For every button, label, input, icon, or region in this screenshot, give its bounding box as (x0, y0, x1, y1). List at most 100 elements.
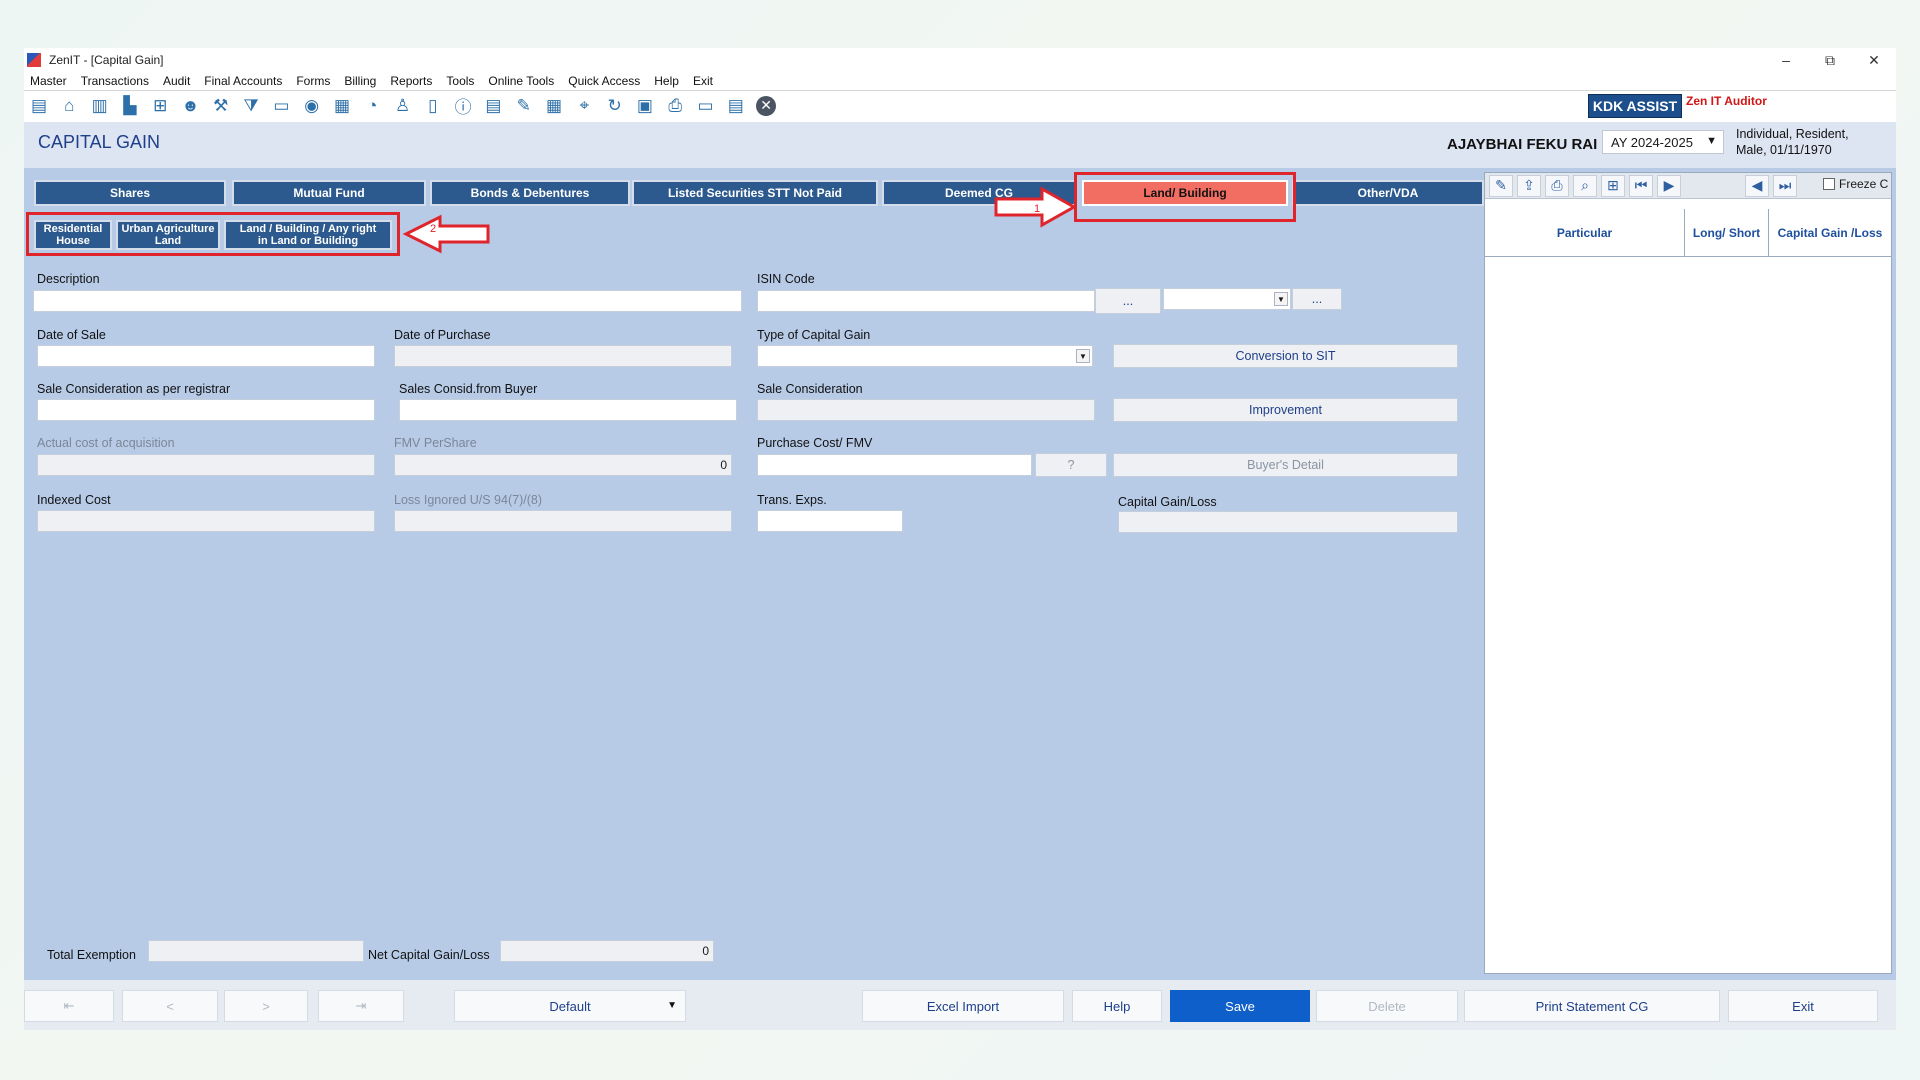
summary-icon[interactable]: ▤ (724, 94, 748, 118)
minimize-icon[interactable]: – (1764, 48, 1808, 72)
calculator-icon[interactable]: ▦ (330, 94, 354, 118)
restore-icon[interactable]: ⧉ (1808, 48, 1852, 72)
group-icon[interactable]: ☻ (178, 94, 202, 118)
column-capital-gain-loss[interactable]: Capital Gain /Loss (1769, 209, 1891, 256)
save-button[interactable]: Save (1170, 990, 1310, 1022)
menu-quick-access[interactable]: Quick Access (561, 74, 647, 88)
fmv-per-share-input[interactable]: 0 (394, 454, 732, 476)
tree-icon[interactable]: ⊞ (1601, 174, 1625, 197)
type-of-capital-gain-select[interactable]: ▼ (757, 345, 1093, 367)
actual-cost-label: Actual cost of acquisition (37, 436, 175, 450)
conversion-to-sit-button[interactable]: Conversion to SIT (1113, 344, 1458, 368)
net-capital-gain-input[interactable]: 0 (500, 940, 714, 962)
last-page-icon[interactable]: ⏭ (1773, 174, 1797, 197)
menu-audit[interactable]: Audit (156, 74, 197, 88)
pie-icon[interactable]: ◔ (360, 94, 384, 118)
first-icon[interactable]: ⏮ (1629, 174, 1653, 197)
column-long-short[interactable]: Long/ Short (1685, 209, 1769, 256)
tab-shares[interactable]: Shares (34, 180, 226, 206)
close-icon[interactable]: ✕ (1852, 48, 1896, 72)
menu-reports[interactable]: Reports (383, 74, 439, 88)
tab-bonds-debentures[interactable]: Bonds & Debentures (430, 180, 630, 206)
excel-import-button[interactable]: Excel Import (862, 990, 1064, 1022)
book-open-icon[interactable]: ▯ (421, 94, 445, 118)
tds-icon[interactable]: ▭ (694, 94, 718, 118)
tab-other-vda[interactable]: Other/VDA (1292, 180, 1484, 206)
filter-tax-icon[interactable]: ⧩ (239, 94, 263, 118)
isin-code-input[interactable] (757, 290, 1095, 312)
kdk-assist-button[interactable]: KDK ASSIST (1588, 94, 1682, 118)
exit-button[interactable]: Exit (1728, 990, 1878, 1022)
disc-icon[interactable]: ◉ (300, 94, 324, 118)
bar-chart-icon[interactable]: ▙ (118, 94, 142, 118)
tab-listed-securities[interactable]: Listed Securities STT Not Paid (632, 180, 878, 206)
menu-tools[interactable]: Tools (439, 74, 481, 88)
sale-consideration-registrar-input[interactable] (37, 399, 375, 421)
close-circle-icon[interactable]: ✕ (756, 95, 777, 116)
menu-forms[interactable]: Forms (289, 74, 337, 88)
menu-transactions[interactable]: Transactions (74, 74, 156, 88)
isin-extra-button[interactable]: ... (1292, 288, 1342, 310)
gift-icon[interactable]: ⊞ (148, 94, 172, 118)
view-select[interactable]: Default ▼ (454, 990, 686, 1022)
location-icon[interactable]: ⌖ (572, 94, 596, 118)
printer-icon[interactable]: ⎙ (663, 94, 687, 118)
balance-sheet-icon[interactable]: ▣ (633, 94, 657, 118)
building-icon[interactable]: ▥ (88, 94, 112, 118)
column-particular[interactable]: Particular (1485, 209, 1685, 256)
freeze-checkbox[interactable]: Freeze C (1823, 177, 1888, 191)
help-button[interactable]: Help (1072, 990, 1162, 1022)
menu-exit[interactable]: Exit (686, 74, 720, 88)
export-icon[interactable]: ⇪ (1517, 174, 1541, 197)
menu-final-accounts[interactable]: Final Accounts (197, 74, 289, 88)
refresh-icon[interactable]: ↻ (603, 94, 627, 118)
tax-icon[interactable]: ▭ (269, 94, 293, 118)
menu-help[interactable]: Help (647, 74, 686, 88)
tab-mutual-fund[interactable]: Mutual Fund (232, 180, 426, 206)
date-of-sale-input[interactable] (37, 345, 375, 367)
next-record-button[interactable]: > (224, 990, 308, 1022)
loss-ignored-label: Loss Ignored U/S 94(7)/(8) (394, 493, 542, 507)
next-icon[interactable]: ▶ (1657, 174, 1681, 197)
total-exemption-input[interactable] (148, 940, 364, 962)
buyers-detail-button[interactable]: Buyer's Detail (1113, 453, 1458, 477)
actual-cost-input[interactable] (37, 454, 375, 476)
last-record-button[interactable]: ⇥ (318, 990, 404, 1022)
pay-user-icon[interactable]: ♙ (391, 94, 415, 118)
menu-online-tools[interactable]: Online Tools (481, 74, 561, 88)
tools-icon[interactable]: ⚒ (209, 94, 233, 118)
sale-consideration-input[interactable] (757, 399, 1095, 421)
description-input[interactable] (33, 290, 742, 312)
assessment-year-select[interactable]: AY 2024-2025 ▼ (1602, 130, 1724, 154)
sales-consid-buyer-input[interactable] (399, 399, 737, 421)
isin-lookup-button[interactable]: ... (1095, 288, 1161, 314)
document-edit-icon[interactable]: ✎ (512, 94, 536, 118)
isin-select[interactable]: ▼ (1163, 288, 1291, 310)
prev-page-icon[interactable]: ◀ (1745, 174, 1769, 197)
sales-consid-buyer-label: Sales Consid.from Buyer (399, 382, 538, 396)
purchase-cost-help-button[interactable]: ? (1035, 453, 1107, 477)
menu-master[interactable]: Master (24, 74, 74, 88)
delete-button[interactable]: Delete (1316, 990, 1458, 1022)
loss-ignored-input[interactable] (394, 510, 732, 532)
bottom-action-bar: ⇤ < > ⇥ Default ▼ Excel Import Help Save… (24, 980, 1896, 1030)
first-record-button[interactable]: ⇤ (24, 990, 114, 1022)
info-icon[interactable]: ⓘ (451, 94, 475, 118)
pencil-tools-icon[interactable]: ✎ (1489, 174, 1513, 197)
date-of-purchase-input[interactable] (394, 345, 732, 367)
indexed-cost-input[interactable] (37, 510, 375, 532)
menu-billing[interactable]: Billing (337, 74, 383, 88)
purchase-cost-input[interactable] (757, 454, 1032, 476)
report-icon[interactable]: ▤ (481, 94, 505, 118)
capital-gain-loss-input[interactable] (1118, 511, 1458, 533)
search-icon[interactable]: ⌕ (1573, 174, 1597, 197)
assessee-name: AJAYBHAI FEKU RAI (1447, 136, 1598, 153)
calendar-icon[interactable]: ▦ (542, 94, 566, 118)
print-statement-button[interactable]: Print Statement CG (1464, 990, 1720, 1022)
home-icon[interactable]: ⌂ (57, 94, 81, 118)
trans-exps-input[interactable] (757, 510, 903, 532)
book-icon[interactable]: ▤ (27, 94, 51, 118)
print-icon[interactable]: ⎙ (1545, 174, 1569, 197)
improvement-button[interactable]: Improvement (1113, 398, 1458, 422)
previous-record-button[interactable]: < (122, 990, 218, 1022)
